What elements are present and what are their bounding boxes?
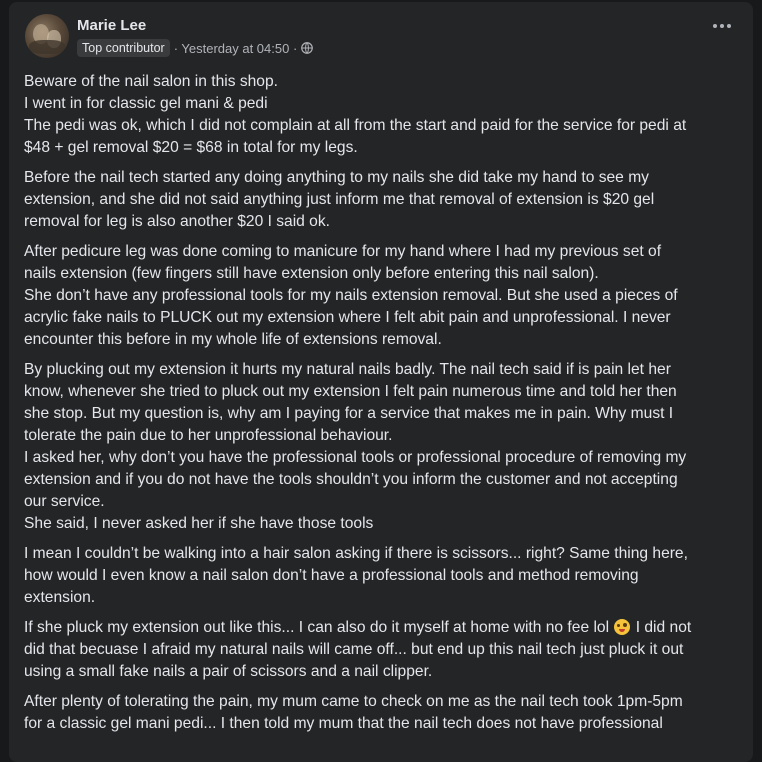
top-contributor-badge[interactable]: Top contributor bbox=[77, 39, 170, 57]
post-line: Beware of the nail salon in this shop. bbox=[24, 73, 278, 90]
post-line: If she pluck my extension out like this.… bbox=[24, 619, 692, 636]
post-line: removal for leg is also another $20 I sa… bbox=[24, 213, 330, 230]
post-line: encounter this before in my whole life o… bbox=[24, 331, 442, 348]
post-line: for a classic gel mani pedi... I then to… bbox=[24, 715, 663, 732]
post-meta: Top contributor · Yesterday at 04:50 · bbox=[77, 39, 314, 57]
post-line: $48 + gel removal $20 = $68 in total for… bbox=[24, 139, 358, 156]
post-line: using a small fake nails a pair of sciss… bbox=[24, 663, 433, 680]
post-line: how would I even know a nail salon don’t… bbox=[24, 567, 639, 584]
post-line: I went in for classic gel mani & pedi bbox=[24, 95, 268, 112]
post-line: extension, and she did not said anything… bbox=[24, 191, 655, 208]
post-line: I asked her, why don’t you have the prof… bbox=[24, 449, 687, 466]
post-paragraph: If she pluck my extension out like this.… bbox=[24, 617, 742, 683]
post-line: She don’t have any professional tools fo… bbox=[24, 287, 678, 304]
post-line: acrylic fake nails to PLUCK out my exten… bbox=[24, 309, 671, 326]
post-line: our service. bbox=[24, 493, 105, 510]
post-line: After plenty of tolerating the pain, my … bbox=[24, 693, 683, 710]
post-line: She said, I never asked her if she have … bbox=[24, 515, 374, 532]
post-paragraph: Before the nail tech started any doing a… bbox=[24, 167, 742, 233]
post-timestamp[interactable]: · Yesterday at 04:50 · bbox=[174, 41, 298, 56]
post-paragraph: After pedicure leg was done coming to ma… bbox=[24, 241, 742, 351]
post-line: tolerate the pain due to her unprofessio… bbox=[24, 427, 393, 444]
post-line: The pedi was ok, which I did not complai… bbox=[24, 117, 687, 134]
post-line: I mean I couldn’t be walking into a hair… bbox=[24, 545, 688, 562]
post-paragraph: Beware of the nail salon in this shop. I … bbox=[24, 71, 742, 159]
post-line: know, whenever she tried to pluck out my… bbox=[24, 383, 677, 400]
author-avatar[interactable] bbox=[25, 14, 69, 58]
post-line: extension and if you do not have the too… bbox=[24, 471, 678, 488]
post-paragraph: By plucking out my extension it hurts my… bbox=[24, 359, 742, 535]
post-text: Beware of the nail salon in this shop. I … bbox=[24, 71, 742, 743]
post-line: After pedicure leg was done coming to ma… bbox=[24, 243, 662, 260]
globe-icon[interactable] bbox=[301, 42, 314, 54]
post-line: extension. bbox=[24, 589, 96, 606]
more-options-icon[interactable] bbox=[713, 24, 731, 28]
post-line: By plucking out my extension it hurts my… bbox=[24, 361, 671, 378]
post-paragraph: After plenty of tolerating the pain, my … bbox=[24, 691, 742, 735]
post-card: Marie Lee Top contributor · Yesterday at… bbox=[9, 2, 753, 762]
post-line: she stop. But my question is, why am I p… bbox=[24, 405, 674, 422]
author-name[interactable]: Marie Lee bbox=[77, 17, 146, 34]
post-paragraph: I mean I couldn’t be walking into a hair… bbox=[24, 543, 742, 609]
post-line: Before the nail tech started any doing a… bbox=[24, 169, 649, 186]
post-line: nails extension (few fingers still have … bbox=[24, 265, 599, 282]
winking-tongue-emoji-icon bbox=[614, 619, 631, 635]
post-line: did that becuase I afraid my natural nai… bbox=[24, 641, 684, 658]
